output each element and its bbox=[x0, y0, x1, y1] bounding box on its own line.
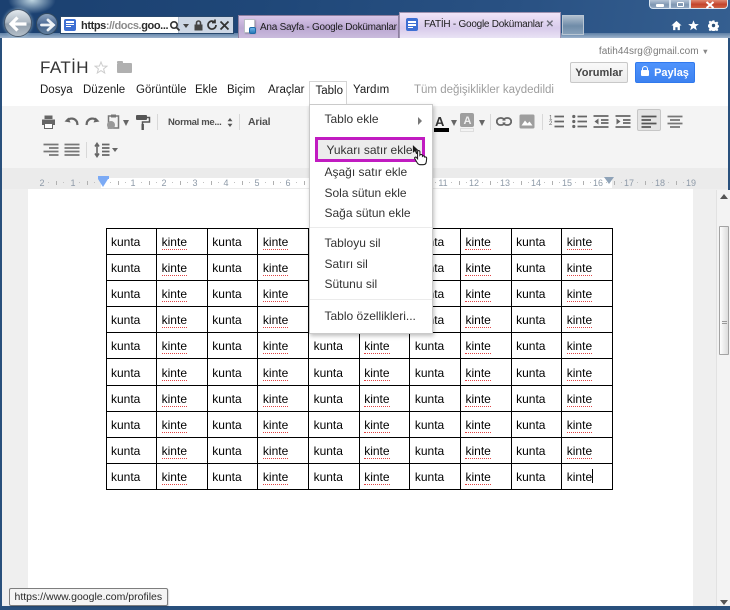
svg-text:2: 2 bbox=[549, 121, 553, 127]
